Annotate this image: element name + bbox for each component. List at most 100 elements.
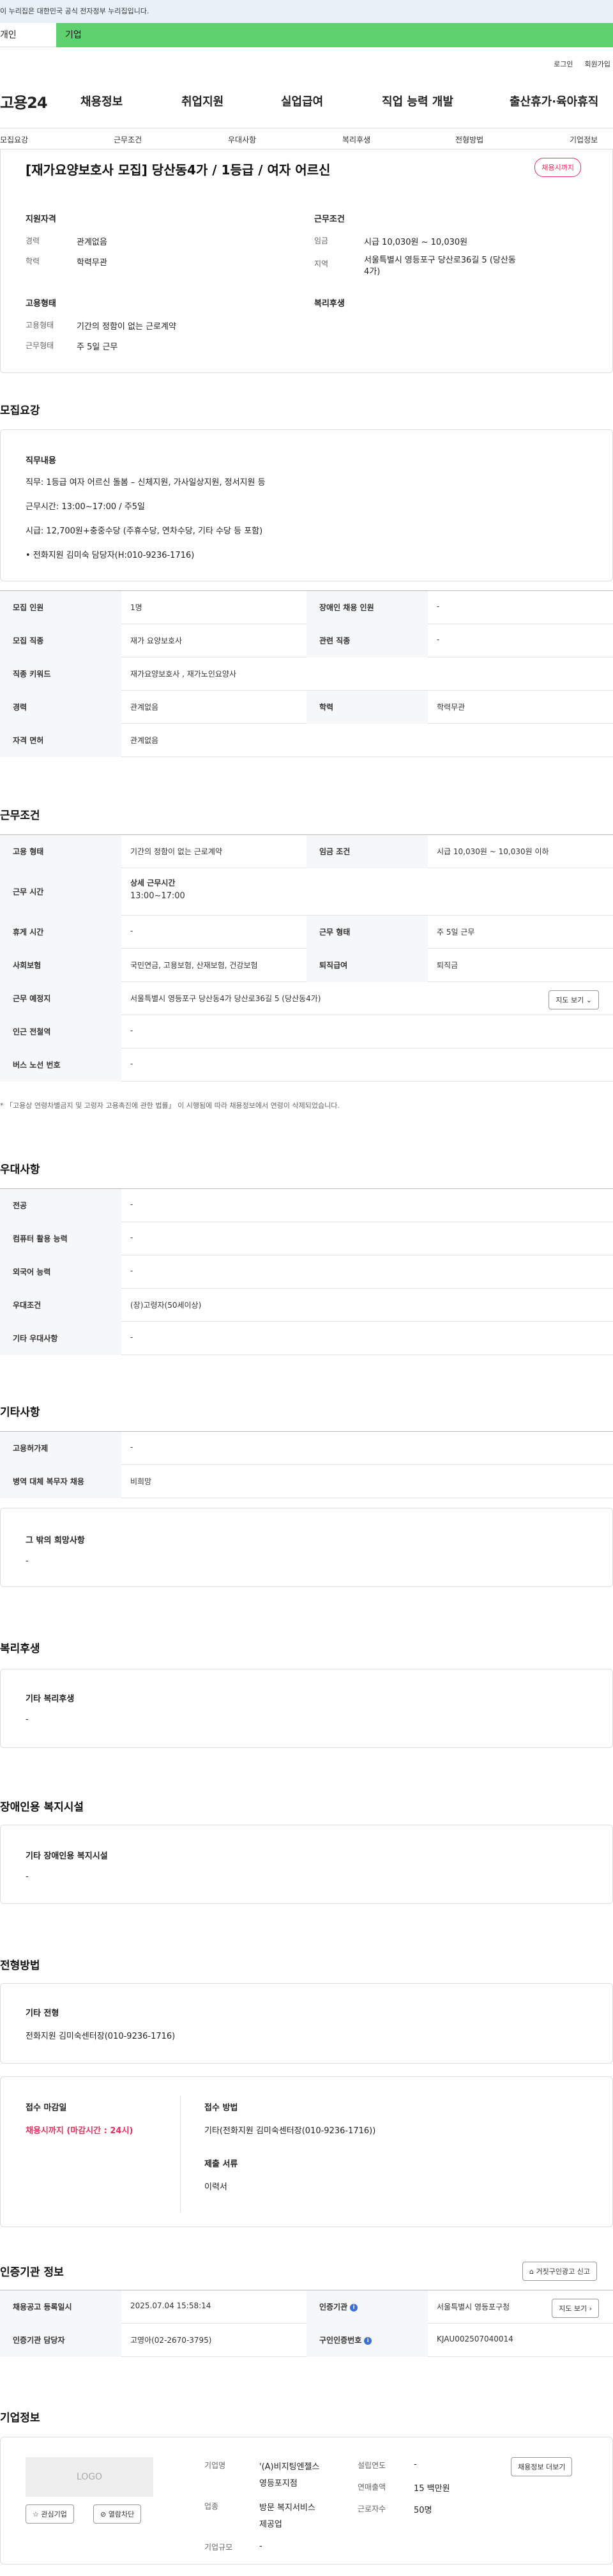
section-subnav: 모집요강 근무조건 우대사항 복리후생 전형방법 기업정보 [0, 128, 613, 150]
gnb-item-parental-leave[interactable]: 출산휴가·육아휴직 [510, 93, 598, 109]
education-label: 학력 [26, 257, 40, 266]
duty-line: 근무시간: 13:00~17:00 / 주5일 [26, 502, 146, 512]
subnav-recruit[interactable]: 모집요강 [0, 134, 28, 145]
tab-company[interactable]: 기업 [56, 23, 613, 47]
subnav-company[interactable]: 기업정보 [570, 134, 598, 145]
industry-label: 업종 [204, 2502, 219, 2511]
login-link[interactable]: 로그인 [554, 59, 573, 69]
main-nav: 고용24 채용정보 취업지원 실업급여 직업 능력 개발 출산휴가·육아휴직 [0, 88, 613, 114]
duty-heading: 직무내용 [26, 456, 56, 466]
subnav-welfare[interactable]: 복리후생 [342, 134, 370, 145]
table-cell: - [437, 635, 440, 644]
false-ad-report-button[interactable]: ⌂ 거짓구인광고 신고 [522, 2262, 597, 2281]
table-header: 근무 형태 [306, 916, 428, 949]
cert-agency-label: 인증기관 [319, 2303, 348, 2312]
duty-line: 시급: 12,700원+충중수당 (주휴수당, 연차수당, 기타 수당 등 포함… [26, 526, 263, 536]
tab-personal[interactable]: 개인 [0, 23, 56, 47]
table-row: 외국어 능력 - [0, 1255, 613, 1289]
table-row: 채용공고 등록일시 2025.07.04 15:58:14 인증기관 i 서울특별… [0, 2290, 613, 2324]
info-icon[interactable]: i [350, 2303, 358, 2312]
table-row: 직종 키워드 재가요양보호사 , 재가노인요양사 [0, 657, 613, 691]
table-header: 인근 전철역 [0, 1015, 121, 1048]
career-value: 관계없음 [77, 238, 107, 247]
join-link[interactable]: 회원가입 [585, 59, 610, 69]
site-logo[interactable]: 고용24 [0, 90, 48, 112]
cert-number-label: 구인인증번호 [319, 2336, 362, 2345]
block-view-label: 열람차단 [108, 2510, 135, 2518]
table-row: 모집 직종 재가 요양보호사 관련 직종 - [0, 624, 613, 657]
duty-line: • 전화지원 김미숙 담당자(H:010-9236-1716) [26, 551, 195, 560]
house-icon: ⌂ [529, 2267, 534, 2276]
info-icon[interactable]: i [364, 2336, 372, 2345]
recruit-table: 모집 인원 1명 장애인 채용 인원 - 모집 직종 재가 요양보호사 관련 직… [0, 590, 613, 757]
gnb-item-unemployment-benefit[interactable]: 실업급여 [281, 93, 323, 109]
work-type-value: 주 5일 근무 [77, 342, 118, 352]
table-cell: 시급 10,030원 ~ 10,030원 이하 [437, 847, 549, 856]
table-header: 버스 노선 번호 [0, 1048, 121, 1082]
gnb-item-jobs[interactable]: 채용정보 [80, 93, 123, 109]
welfare-value: - [26, 1715, 29, 1724]
subnav-conditions[interactable]: 근무조건 [114, 134, 142, 145]
table-cell: 비희망 [130, 1477, 152, 1486]
table-cell: - [130, 1200, 133, 1209]
table-header: 직종 키워드 [0, 657, 121, 691]
table-cell: - [130, 1059, 133, 1068]
welfare-heading: 복리후생 [0, 1643, 40, 1655]
gnb-item-employment-support[interactable]: 취업지원 [181, 93, 223, 109]
gnb-item-skills[interactable]: 직업 능력 개발 [382, 93, 453, 109]
etc-heading: 기타사항 [0, 1406, 40, 1419]
documents-value: 이력서 [204, 2182, 227, 2192]
cert-map-button[interactable]: 지도 보기 › [552, 2299, 599, 2318]
subnav-selection[interactable]: 전형방법 [455, 134, 483, 145]
company-name-label: 기업명 [204, 2461, 226, 2470]
table-row: 근무 시간 상세 근무시간 13:00~17:00 [0, 868, 613, 916]
table-cell: 재가요양보호사 , 재가노인요양사 [130, 670, 237, 678]
more-jobs-button[interactable]: 채용정보 더보기 [511, 2457, 573, 2476]
table-header: 컴퓨터 활용 능력 [0, 1222, 121, 1255]
table-cell: - [130, 926, 133, 935]
table-header: 고용 형태 [0, 835, 121, 868]
table-header: 병역 대체 복무자 채용 [0, 1465, 121, 1498]
certification-table: 채용공고 등록일시 2025.07.04 15:58:14 인증기관 i 서울특별… [0, 2290, 613, 2357]
selection-heading: 전형방법 [0, 1959, 40, 1972]
company-name-line1: '(A)비지팅엔젤스 [259, 2462, 320, 2472]
recruit-heading: 모집요강 [0, 404, 40, 417]
table-header: 사회보험 [0, 949, 121, 982]
region-value-line1: 서울특별시 영등포구 당산로36길 5 (당산동 [364, 256, 516, 265]
deadline-badge: 채용시까지 [534, 158, 581, 177]
preference-heading: 우대사항 [0, 1163, 40, 1176]
company-heading: 기업정보 [0, 2412, 40, 2425]
welfare-summary-heading: 복리후생 [314, 299, 345, 309]
table-row: 병역 대체 복무자 채용 비희망 [0, 1465, 613, 1498]
table-cell: 국민연금, 고용보험, 산재보험, 건강보험 [130, 961, 258, 970]
career-label: 경력 [26, 236, 40, 245]
region-value-line2: 4가) [364, 267, 381, 277]
company-scale-label: 기업규모 [204, 2543, 233, 2552]
disability-value: - [26, 1872, 29, 1882]
company-name-line2: 영등포지점 [259, 2479, 298, 2488]
table-cell: 관계없음 [130, 703, 159, 712]
employment-type-value: 기간의 정함이 없는 근로계약 [77, 322, 176, 332]
favorite-company-label: 관심기업 [41, 2510, 67, 2518]
region-label: 지역 [314, 259, 329, 268]
company-logo: LOGO [26, 2457, 153, 2497]
table-row: 모집 인원 1명 장애인 채용 인원 - [0, 591, 613, 624]
staff-value: 50명 [414, 2506, 432, 2515]
table-row: 고용 형태 기간의 정함이 없는 근로계약 임금 조건 시급 10,030원 ~… [0, 835, 613, 868]
block-icon: ⊘ [100, 2510, 107, 2518]
table-row: 기타 우대사항 - [0, 1322, 613, 1355]
table-header: 관련 직종 [306, 624, 428, 657]
table-cell: 고영아(02-2670-3795) [130, 2336, 212, 2345]
table-header: 구인인증번호 i [306, 2324, 428, 2357]
welfare-card [0, 1669, 613, 1748]
favorite-company-button[interactable]: ☆ 관심기업 [26, 2504, 74, 2524]
subnav-preference[interactable]: 우대사항 [228, 134, 256, 145]
map-view-button[interactable]: 지도 보기 ⌄ [549, 990, 599, 1009]
gov-banner: 이 누리집은 대한민국 공식 전자정부 누리집입니다. [0, 0, 613, 23]
industry-line2: 제공업 [259, 2520, 282, 2529]
table-header: 기타 우대사항 [0, 1322, 121, 1355]
documents-heading: 제출 서류 [204, 2159, 238, 2169]
block-view-button[interactable]: ⊘ 열람차단 [93, 2504, 142, 2524]
table-row: 사회보험 국민연금, 고용보험, 산재보험, 건강보험 퇴직급여 퇴직금 [0, 949, 613, 982]
wish-card [0, 1508, 613, 1587]
